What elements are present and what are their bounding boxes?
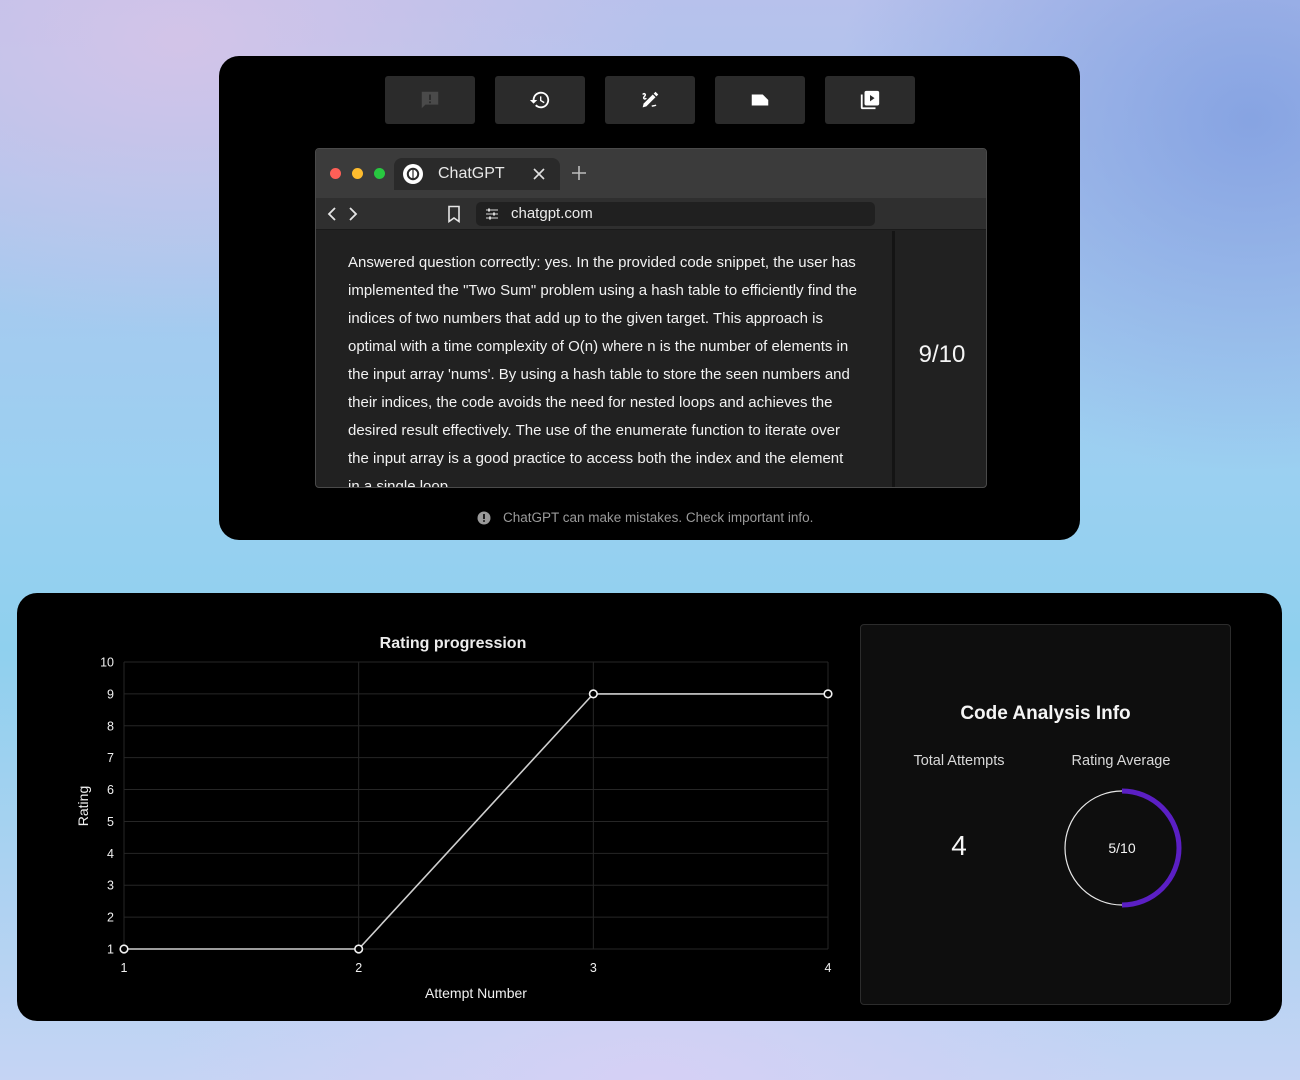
data-point[interactable] bbox=[588, 689, 598, 699]
maximize-window-button[interactable] bbox=[374, 168, 385, 179]
score-value: 9/10 bbox=[918, 341, 966, 368]
tab-chatgpt[interactable]: ChatGPT bbox=[394, 158, 560, 190]
new-tab-icon[interactable] bbox=[570, 164, 588, 182]
feedback-icon bbox=[421, 91, 439, 109]
video-library-button[interactable] bbox=[825, 76, 915, 124]
chatgpt-logo-icon bbox=[403, 164, 423, 184]
browser-window: ChatGPT chatgpt.com Answered question co… bbox=[315, 148, 987, 488]
y-tick-label: 10 bbox=[100, 656, 114, 670]
y-tick-label: 2 bbox=[107, 911, 114, 925]
x-axis-label: Attempt Number bbox=[425, 985, 527, 1001]
disclaimer: ChatGPT can make mistakes. Check importa… bbox=[477, 510, 813, 525]
tab-title: ChatGPT bbox=[438, 165, 505, 182]
feedback-button[interactable] bbox=[385, 76, 475, 124]
video-library-icon bbox=[860, 90, 880, 110]
info-icon bbox=[477, 511, 491, 524]
y-tick-label: 9 bbox=[107, 687, 114, 701]
history-icon bbox=[529, 91, 550, 109]
rating-average-gauge: 5/10 bbox=[1064, 788, 1182, 908]
edit-icon bbox=[642, 91, 659, 108]
y-tick-label: 4 bbox=[107, 847, 114, 861]
edit-button[interactable] bbox=[605, 76, 695, 124]
url-text: chatgpt.com bbox=[511, 205, 593, 222]
rating-average-value: 5/10 bbox=[1108, 840, 1135, 856]
y-tick-label: 7 bbox=[107, 751, 114, 765]
chatgpt-panel: ChatGPT chatgpt.com Answered question co… bbox=[219, 56, 1080, 540]
data-point[interactable] bbox=[119, 944, 129, 954]
y-tick-label: 5 bbox=[107, 815, 114, 829]
y-axis-label: Rating bbox=[75, 786, 91, 826]
disclaimer-text: ChatGPT can make mistakes. Check importa… bbox=[503, 510, 814, 525]
address-bar: chatgpt.com bbox=[316, 198, 986, 230]
y-tick-label: 3 bbox=[107, 879, 114, 893]
history-button[interactable] bbox=[495, 76, 585, 124]
tab-bar: ChatGPT bbox=[316, 149, 986, 198]
close-window-button[interactable] bbox=[330, 168, 341, 179]
bookmark-icon[interactable] bbox=[447, 205, 461, 223]
x-tick-label: 3 bbox=[590, 961, 597, 975]
x-tick-label: 2 bbox=[355, 961, 362, 975]
data-point[interactable] bbox=[354, 944, 364, 954]
code-analysis-info-card: Code Analysis Info Total Attempts Rating… bbox=[860, 624, 1231, 1005]
minimize-window-button[interactable] bbox=[352, 168, 363, 179]
rating-chart: Rating progression 1 2 3 4 5 6 7 8 9 10 1 2 3 4 Attem… bbox=[75, 635, 833, 1001]
content-divider bbox=[892, 231, 895, 487]
x-tick-label: 1 bbox=[121, 961, 128, 975]
site-settings-icon[interactable] bbox=[485, 207, 499, 221]
x-tick-label: 4 bbox=[825, 961, 832, 975]
data-point[interactable] bbox=[823, 689, 833, 699]
y-tick-label: 8 bbox=[107, 719, 114, 733]
label-icon bbox=[751, 94, 769, 106]
page-content: Answered question correctly: yes. In the… bbox=[316, 231, 986, 488]
analysis-panel: Rating progression 1 2 3 4 5 6 7 8 9 10 1 2 3 4 Attem… bbox=[17, 593, 1282, 1021]
chart-title: Rating progression bbox=[380, 635, 527, 652]
forward-icon[interactable] bbox=[346, 206, 360, 222]
back-icon[interactable] bbox=[325, 206, 339, 222]
y-tick-label: 6 bbox=[107, 783, 114, 797]
analysis-answer-text: Answered question correctly: yes. In the… bbox=[348, 254, 857, 488]
rating-average-label: Rating Average bbox=[1071, 753, 1171, 769]
info-title: Code Analysis Info bbox=[960, 703, 1131, 724]
total-attempts-value: 4 bbox=[951, 830, 967, 861]
close-tab-icon[interactable] bbox=[531, 166, 547, 182]
url-field[interactable]: chatgpt.com bbox=[476, 202, 875, 226]
total-attempts-label: Total Attempts bbox=[913, 753, 1005, 769]
label-button[interactable] bbox=[715, 76, 805, 124]
y-tick-label: 1 bbox=[107, 943, 114, 957]
toolbar bbox=[385, 76, 915, 124]
